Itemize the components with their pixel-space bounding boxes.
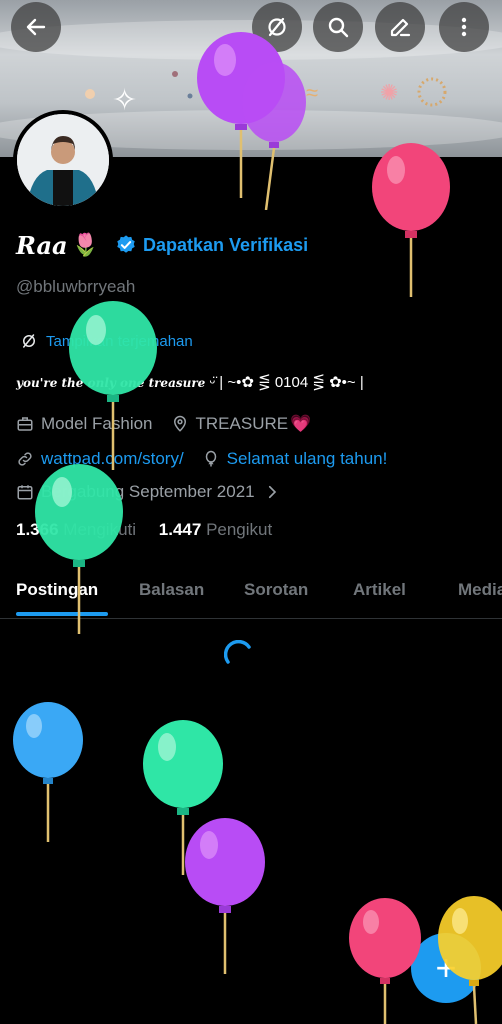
calendar-icon bbox=[17, 485, 33, 500]
following-label: Mengikuti bbox=[63, 520, 137, 539]
joined-date: Bergabung September 2021 bbox=[41, 482, 255, 501]
verified-badge-icon[interactable] bbox=[115, 234, 137, 256]
followers-count: 1.447 bbox=[158, 520, 202, 539]
svg-text:✺: ✺ bbox=[380, 80, 398, 105]
balloon-icon bbox=[205, 450, 216, 467]
birthday-link[interactable]: Selamat ulang tahun! bbox=[227, 449, 388, 469]
translate-label: Tampilkan terjemahan bbox=[46, 332, 193, 350]
profile-tabs: Postingan Balasan Sorotan Artikel Media bbox=[0, 572, 502, 619]
profile-meta-row-3: Bergabung September 2021 bbox=[16, 482, 288, 502]
grok-icon bbox=[268, 17, 286, 37]
plus-icon: + bbox=[435, 947, 457, 988]
bio-script-text: you're the only one treasure bbox=[16, 376, 206, 390]
user-handle: @bbluwbrryeah bbox=[16, 277, 136, 296]
show-translation-link[interactable]: Tampilkan terjemahan bbox=[20, 332, 193, 350]
follow-stats: 1.366 Mengikuti 1.447 Pengikut bbox=[16, 520, 272, 540]
profile-meta-row-1: Model Fashion TREASURE 💗 bbox=[16, 414, 311, 434]
svg-text:≈: ≈ bbox=[306, 80, 318, 105]
loading-spinner-icon bbox=[224, 640, 251, 664]
profile-bio: you're the only one treasure ᵕ̈ | ~•✿ ⋚ … bbox=[16, 373, 364, 391]
more-vertical-icon bbox=[461, 17, 467, 37]
link-icon bbox=[18, 452, 32, 466]
following-stat[interactable]: 1.366 Mengikuti bbox=[16, 520, 136, 539]
balloon-pink bbox=[372, 143, 450, 297]
edit-icon bbox=[390, 18, 411, 37]
tab-highlights[interactable]: Sorotan bbox=[244, 580, 308, 600]
location: TREASURE bbox=[195, 414, 289, 433]
balloon-mint bbox=[143, 720, 223, 875]
get-verified-link[interactable]: Dapatkan Verifikasi bbox=[143, 235, 308, 256]
following-count: 1.366 bbox=[16, 520, 59, 539]
tab-articles[interactable]: Artikel bbox=[353, 580, 406, 600]
search-icon bbox=[328, 17, 349, 38]
location-pin-icon bbox=[173, 415, 186, 432]
avatar[interactable] bbox=[13, 110, 113, 210]
pink-heart-emoji: 💗 bbox=[290, 414, 312, 433]
bio-text: ᵕ̈ | ~•✿ ⋚ 0104 ⋚ ✿•~ | bbox=[205, 374, 364, 391]
balloon-blue bbox=[13, 702, 83, 842]
tab-media[interactable]: Media bbox=[458, 580, 502, 600]
tulip-emoji: 🌷 bbox=[71, 232, 100, 257]
chevron-right-icon[interactable] bbox=[263, 483, 281, 501]
tab-posts[interactable]: Postingan bbox=[16, 580, 98, 600]
avatar-photo bbox=[17, 114, 109, 206]
edit-button[interactable] bbox=[375, 2, 425, 52]
followers-stat[interactable]: 1.447 Pengikut bbox=[159, 520, 272, 539]
profession: Model Fashion bbox=[41, 414, 153, 433]
balloon-purple bbox=[185, 818, 265, 974]
followers-label: Pengikut bbox=[206, 520, 273, 539]
back-arrow-icon bbox=[26, 18, 46, 36]
tab-replies[interactable]: Balasan bbox=[139, 580, 204, 600]
active-tab-indicator bbox=[16, 612, 108, 616]
back-button[interactable] bbox=[11, 2, 61, 52]
profile-name-row: Raa 🌷 Dapatkan Verifikasi bbox=[16, 230, 308, 260]
profile-website-link[interactable]: wattpad.com/story/ bbox=[41, 449, 184, 469]
compose-post-button[interactable]: + bbox=[411, 933, 481, 1003]
grok-button[interactable] bbox=[252, 2, 302, 52]
grok-icon bbox=[23, 334, 35, 348]
profile-meta-row-2: wattpad.com/story/ Selamat ulang tahun! bbox=[16, 449, 387, 469]
svg-text:✧: ✧ bbox=[112, 84, 137, 117]
briefcase-icon bbox=[17, 417, 33, 431]
search-button[interactable] bbox=[313, 2, 363, 52]
more-button[interactable] bbox=[439, 2, 489, 52]
display-name: Raa bbox=[16, 230, 68, 260]
